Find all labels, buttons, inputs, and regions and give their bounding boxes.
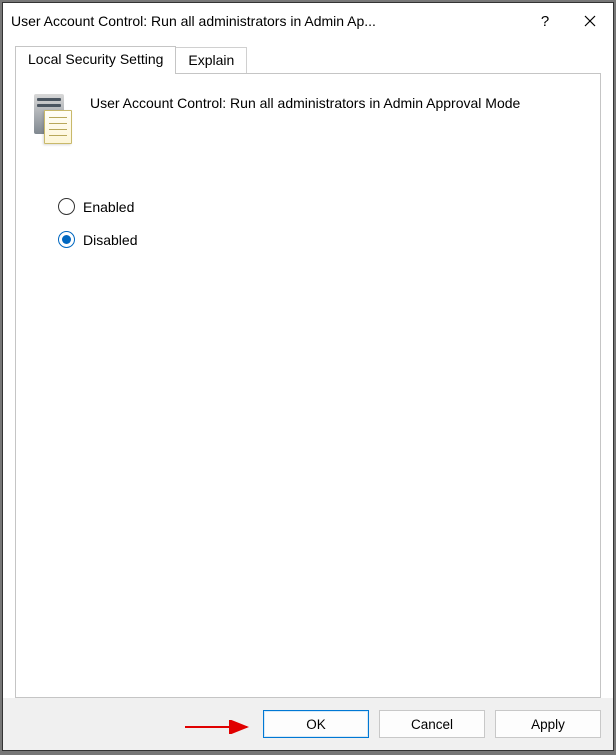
properties-dialog: User Account Control: Run all administra… xyxy=(2,2,614,751)
close-icon xyxy=(584,15,596,27)
button-label: Cancel xyxy=(411,717,453,732)
radio-icon xyxy=(58,231,75,248)
policy-title: User Account Control: Run all administra… xyxy=(90,92,520,114)
cancel-button[interactable]: Cancel xyxy=(379,710,485,738)
button-label: OK xyxy=(306,717,326,732)
apply-button[interactable]: Apply xyxy=(495,710,601,738)
radio-disabled[interactable]: Disabled xyxy=(58,231,588,248)
tab-strip: Local Security Setting Explain xyxy=(15,45,601,73)
ok-button[interactable]: OK xyxy=(263,710,369,738)
security-policy-icon xyxy=(28,92,76,146)
policy-header: User Account Control: Run all administra… xyxy=(28,92,588,146)
radio-label: Enabled xyxy=(83,199,134,215)
tab-panel: User Account Control: Run all administra… xyxy=(15,73,601,698)
help-button[interactable]: ? xyxy=(523,3,567,39)
tab-local-security-setting[interactable]: Local Security Setting xyxy=(15,46,176,74)
radio-label: Disabled xyxy=(83,232,137,248)
radio-icon xyxy=(58,198,75,215)
close-button[interactable] xyxy=(567,3,613,39)
titlebar: User Account Control: Run all administra… xyxy=(3,3,613,39)
radio-dot-icon xyxy=(62,235,71,244)
tab-explain[interactable]: Explain xyxy=(176,47,247,73)
annotation-arrow-icon xyxy=(183,720,257,734)
radio-enabled[interactable]: Enabled xyxy=(58,198,588,215)
tab-label: Local Security Setting xyxy=(28,51,163,67)
button-bar: OK Cancel Apply xyxy=(3,698,613,750)
button-label: Apply xyxy=(531,717,565,732)
tab-label: Explain xyxy=(188,52,234,68)
radio-group: Enabled Disabled xyxy=(28,198,588,248)
content-area: Local Security Setting Explain User Acco… xyxy=(3,39,613,698)
window-title: User Account Control: Run all administra… xyxy=(11,13,523,29)
help-icon: ? xyxy=(541,13,549,30)
